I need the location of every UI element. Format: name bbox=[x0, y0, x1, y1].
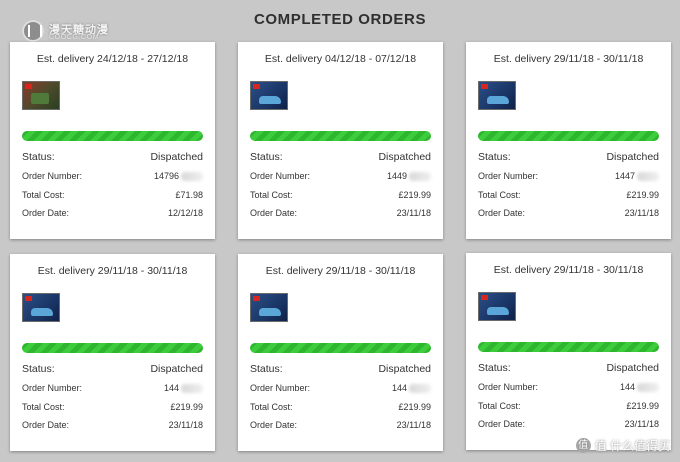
delivery-estimate: Est. delivery 24/12/18 - 27/12/18 bbox=[36, 53, 189, 65]
status-label: Status: bbox=[478, 362, 511, 374]
total-cost-value: £219.99 bbox=[398, 402, 431, 412]
progress-bar bbox=[22, 131, 203, 141]
redaction-blur bbox=[409, 172, 431, 182]
blue-car-set-icon bbox=[22, 293, 60, 322]
total-cost-value: £219.99 bbox=[626, 190, 659, 200]
watermark-logo-icon: 值 bbox=[575, 438, 591, 453]
blue-car-set-icon bbox=[250, 81, 288, 110]
total-cost-value: £219.99 bbox=[398, 190, 431, 200]
total-cost-label: Total Cost: bbox=[250, 402, 293, 412]
total-cost-value: £219.99 bbox=[626, 401, 659, 411]
progress-bar bbox=[250, 131, 431, 141]
status-value: Dispatched bbox=[606, 151, 659, 163]
delivery-estimate: Est. delivery 29/11/18 - 30/11/18 bbox=[493, 53, 644, 65]
total-cost-label: Total Cost: bbox=[478, 401, 521, 411]
order-date-label: Order Date: bbox=[250, 208, 298, 218]
order-date-value: 23/11/18 bbox=[396, 208, 431, 218]
total-cost-label: Total Cost: bbox=[478, 190, 521, 200]
total-cost-label: Total Cost: bbox=[22, 402, 65, 412]
order-number-value: 1449 bbox=[387, 171, 431, 182]
order-number-value: 144 bbox=[164, 383, 203, 394]
total-cost-value: £71.98 bbox=[175, 190, 203, 200]
order-date-value: 12/12/18 bbox=[167, 208, 203, 218]
order-number-label: Order Number: bbox=[478, 382, 539, 392]
product-thumbnail[interactable] bbox=[478, 79, 516, 111]
order-number-label: Order Number: bbox=[22, 171, 83, 181]
order-number-label: Order Number: bbox=[22, 383, 83, 393]
delivery-estimate: Est. delivery 04/12/18 - 07/12/18 bbox=[264, 53, 417, 65]
order-date-value: 23/11/18 bbox=[624, 419, 659, 429]
product-thumbnail[interactable] bbox=[250, 291, 288, 323]
status-value: Dispatched bbox=[150, 151, 203, 163]
order-date-label: Order Date: bbox=[478, 419, 526, 429]
redaction-blur bbox=[181, 384, 203, 394]
order-number-value: 144 bbox=[392, 383, 431, 394]
order-date-label: Order Date: bbox=[22, 208, 70, 218]
redaction-blur bbox=[181, 172, 203, 182]
order-number-label: Order Number: bbox=[478, 171, 539, 181]
order-number-value: 1447 bbox=[615, 171, 659, 182]
order-card[interactable]: Est. delivery 29/11/18 - 30/11/18 Status… bbox=[238, 254, 443, 451]
order-date-value: 23/11/18 bbox=[168, 420, 203, 430]
order-number-value: 144 bbox=[620, 382, 659, 393]
order-date-value: 23/11/18 bbox=[396, 420, 431, 430]
watermark-text: 值 什么值得买 bbox=[594, 439, 670, 453]
status-value: Dispatched bbox=[606, 362, 659, 374]
order-date-label: Order Date: bbox=[478, 208, 526, 218]
order-date-label: Order Date: bbox=[22, 420, 70, 430]
delivery-estimate: Est. delivery 29/11/18 - 30/11/18 bbox=[493, 264, 644, 276]
order-card[interactable]: Est. delivery 04/12/18 - 07/12/18 Status… bbox=[238, 42, 443, 239]
total-cost-label: Total Cost: bbox=[22, 190, 65, 200]
total-cost-label: Total Cost: bbox=[250, 190, 293, 200]
green-truck-set-icon bbox=[22, 81, 60, 110]
total-cost-value: £219.99 bbox=[170, 402, 203, 412]
redaction-blur bbox=[637, 383, 659, 393]
delivery-estimate: Est. delivery 29/11/18 - 30/11/18 bbox=[265, 265, 416, 277]
status-label: Status: bbox=[22, 151, 55, 163]
progress-bar bbox=[22, 343, 203, 353]
order-card[interactable]: Est. delivery 29/11/18 - 30/11/18 Status… bbox=[466, 42, 671, 239]
blue-car-set-icon bbox=[250, 293, 288, 322]
order-number-label: Order Number: bbox=[250, 383, 311, 393]
progress-bar bbox=[250, 343, 431, 353]
status-label: Status: bbox=[478, 151, 511, 163]
delivery-estimate: Est. delivery 29/11/18 - 30/11/18 bbox=[37, 265, 188, 277]
progress-bar bbox=[478, 342, 659, 352]
product-thumbnail[interactable] bbox=[250, 79, 288, 111]
logo-text-en: COOCG.COM bbox=[49, 34, 100, 41]
blue-car-set-icon bbox=[478, 81, 516, 110]
redaction-blur bbox=[409, 384, 431, 394]
order-number-value: 14796 bbox=[154, 171, 203, 182]
status-value: Dispatched bbox=[378, 363, 431, 375]
status-label: Status: bbox=[250, 151, 283, 163]
order-number-label: Order Number: bbox=[250, 171, 311, 181]
watermark: 值 值 什么值得买 bbox=[575, 437, 670, 454]
progress-bar bbox=[478, 131, 659, 141]
order-card[interactable]: Est. delivery 29/11/18 - 30/11/18 Status… bbox=[466, 253, 671, 450]
logo-badge-icon bbox=[22, 20, 44, 42]
order-card[interactable]: Est. delivery 29/11/18 - 30/11/18 Status… bbox=[10, 254, 215, 451]
status-label: Status: bbox=[250, 363, 283, 375]
status-value: Dispatched bbox=[150, 363, 203, 375]
redaction-blur bbox=[637, 172, 659, 182]
status-label: Status: bbox=[22, 363, 55, 375]
order-card[interactable]: Est. delivery 24/12/18 - 27/12/18 Status… bbox=[10, 42, 215, 239]
product-thumbnail[interactable] bbox=[478, 290, 516, 322]
blue-car-set-icon bbox=[478, 292, 516, 321]
order-date-label: Order Date: bbox=[250, 420, 298, 430]
status-value: Dispatched bbox=[378, 151, 431, 163]
order-date-value: 23/11/18 bbox=[624, 208, 659, 218]
product-thumbnail[interactable] bbox=[22, 291, 60, 323]
product-thumbnail[interactable] bbox=[22, 79, 60, 111]
